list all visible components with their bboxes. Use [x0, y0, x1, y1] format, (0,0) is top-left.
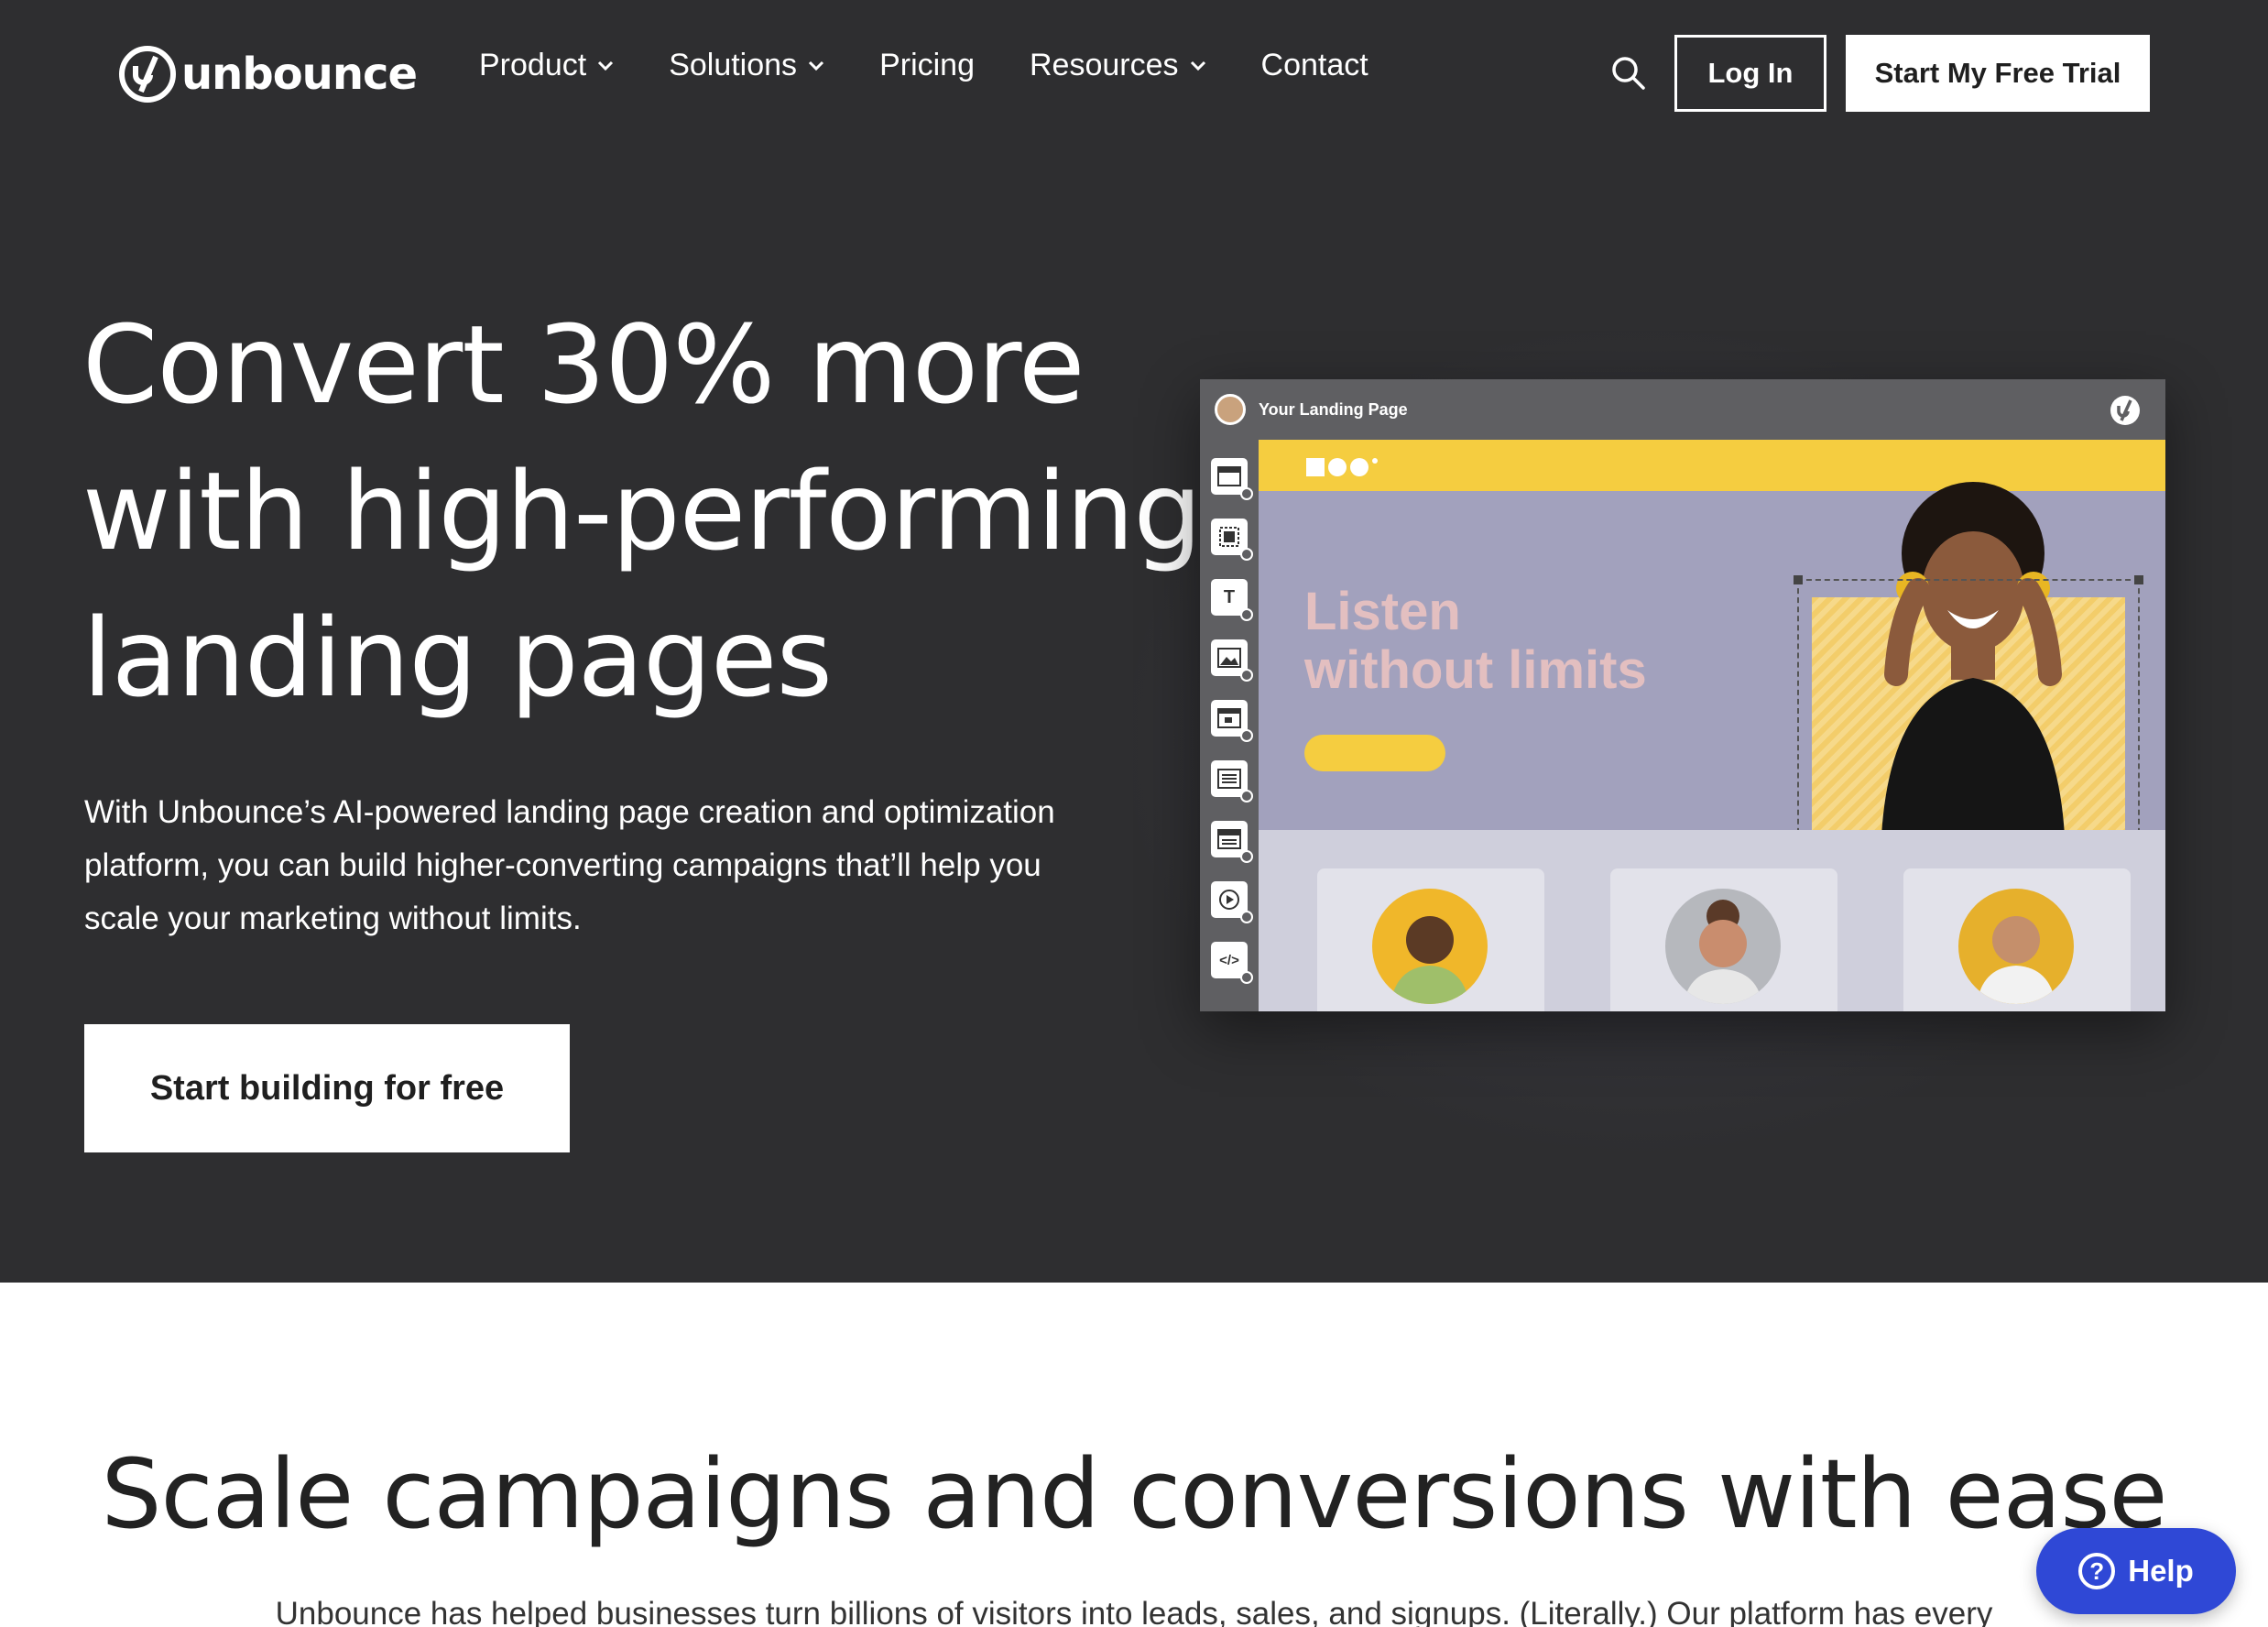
section-body: Unbounce has helped businesses turn bill…	[275, 1596, 1993, 1627]
start-building-button[interactable]: Start building for free	[84, 1024, 570, 1152]
nav-label: Solutions	[669, 48, 798, 82]
form-tool-icon	[1211, 760, 1253, 803]
nav-label: Product	[479, 48, 587, 82]
mockup-card	[1317, 868, 1544, 1011]
image-tool-icon	[1211, 639, 1253, 682]
landing-page-builder-mockup: Your Landing Page T </> Listen without l…	[1200, 379, 2165, 1011]
main-nav: Product Solutions Pricing Resources Cont…	[479, 48, 1423, 83]
avatar	[1215, 394, 1246, 425]
mockup-button	[1304, 735, 1445, 771]
mockup-headline: Listen without limits	[1304, 583, 1647, 700]
login-button[interactable]: Log In	[1674, 35, 1826, 112]
nav-solutions[interactable]: Solutions	[669, 48, 824, 83]
unbounce-logo[interactable]: unbounce	[119, 46, 418, 103]
start-free-trial-button[interactable]: Start My Free Trial	[1846, 35, 2150, 112]
box-tool-icon	[1211, 519, 1253, 561]
logo-text: unbounce	[181, 49, 418, 100]
avatar	[1372, 889, 1488, 1004]
avatar	[1958, 889, 2074, 1004]
button-tool-icon	[1211, 700, 1253, 742]
search-icon[interactable]	[1610, 55, 1647, 92]
mockup-toolbar: T </>	[1200, 440, 1259, 1011]
mockup-topbar: Your Landing Page	[1200, 379, 2165, 440]
list-tool-icon	[1211, 821, 1253, 863]
nav-product[interactable]: Product	[479, 48, 614, 83]
hero-title-line: Convert 30% more	[82, 301, 1085, 428]
question-icon: ?	[2078, 1553, 2116, 1589]
section-title: Scale campaigns and conversions with eas…	[101, 1438, 2167, 1550]
hero-subtitle: With Unbounce’s AI-powered landing page …	[84, 794, 1055, 936]
mockup-headline-line: without limits	[1304, 640, 1647, 700]
hero-title: Convert 30% more with high-performing la…	[82, 291, 1202, 731]
chevron-down-icon	[598, 60, 614, 71]
mockup-card	[1610, 868, 1837, 1011]
unbounce-logo-icon	[119, 46, 176, 103]
video-tool-icon	[1211, 881, 1253, 923]
hero-title-line: with high-performing	[82, 448, 1202, 574]
chevron-down-icon	[1190, 60, 1205, 71]
mockup-brand-mark	[1306, 458, 1378, 476]
mockup-card	[1903, 868, 2131, 1011]
mockup-hero: Listen without limits	[1259, 482, 2165, 879]
selection-frame	[1794, 575, 2143, 856]
nav-resources[interactable]: Resources	[1030, 48, 1206, 83]
text-tool-icon: T	[1211, 579, 1253, 621]
nav-pricing[interactable]: Pricing	[879, 48, 975, 83]
code-tool-icon: </>	[1211, 942, 1253, 984]
section-tool-icon	[1211, 458, 1253, 500]
mockup-title: Your Landing Page	[1259, 399, 1408, 419]
nav-contact[interactable]: Contact	[1261, 48, 1368, 83]
mockup-cards	[1259, 830, 2165, 1011]
nav-label: Contact	[1260, 48, 1368, 82]
help-button[interactable]: ? Help	[2036, 1528, 2236, 1614]
hero-title-line: landing pages	[82, 595, 833, 721]
nav-label: Pricing	[879, 48, 975, 82]
help-label: Help	[2128, 1554, 2194, 1588]
avatar	[1665, 889, 1781, 1004]
unbounce-logo-icon	[2110, 396, 2140, 425]
nav-label: Resources	[1030, 48, 1179, 82]
chevron-down-icon	[809, 60, 824, 71]
mockup-headline-line: Listen	[1304, 582, 1461, 641]
